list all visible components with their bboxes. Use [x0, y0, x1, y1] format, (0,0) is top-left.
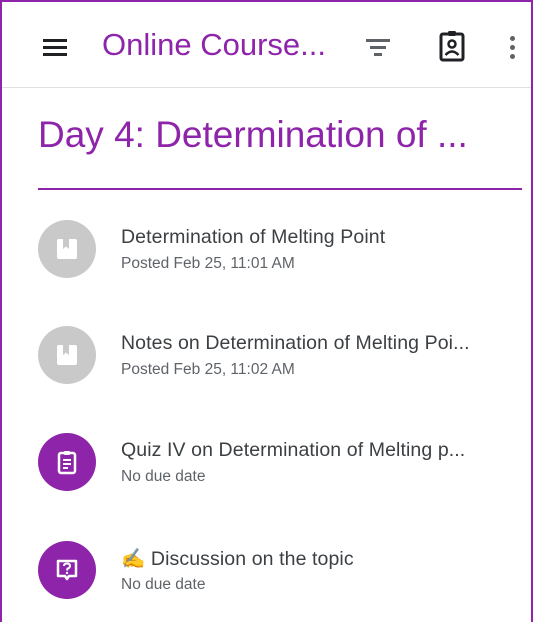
list-item[interactable]: ✍️ Discussion on the topic No due date	[2, 531, 531, 621]
assignment-ind-icon[interactable]	[432, 26, 472, 66]
item-subtitle: Posted Feb 25, 11:02 AM	[121, 361, 295, 378]
list-item[interactable]: Determination of Melting Point Posted Fe…	[2, 210, 531, 300]
item-title: Determination of Melting Point	[121, 226, 386, 248]
material-icon	[38, 220, 96, 278]
app-bar: Online Course...	[2, 2, 531, 88]
item-subtitle: No due date	[121, 576, 206, 593]
item-subtitle: No due date	[121, 468, 206, 485]
assignment-icon	[38, 433, 96, 491]
menu-icon[interactable]	[38, 34, 72, 60]
item-title: Notes on Determination of Melting Poi...	[121, 332, 470, 354]
item-title: ✍️ Discussion on the topic	[121, 548, 354, 570]
material-icon	[38, 326, 96, 384]
app-title: Online Course...	[102, 27, 326, 62]
topic-title: Day 4: Determination of ...	[38, 114, 468, 155]
question-icon	[38, 541, 96, 599]
item-title: Quiz IV on Determination of Melting p...	[121, 439, 466, 461]
more-vert-icon[interactable]	[498, 28, 528, 68]
topic-divider	[38, 188, 522, 190]
list-item[interactable]: Quiz IV on Determination of Melting p...…	[2, 423, 531, 513]
item-subtitle: Posted Feb 25, 11:01 AM	[121, 255, 295, 272]
list-item[interactable]: Notes on Determination of Melting Poi...…	[2, 316, 531, 406]
app-window: Online Course... Day 4: Determination of…	[0, 0, 533, 622]
filter-icon[interactable]	[358, 30, 398, 64]
